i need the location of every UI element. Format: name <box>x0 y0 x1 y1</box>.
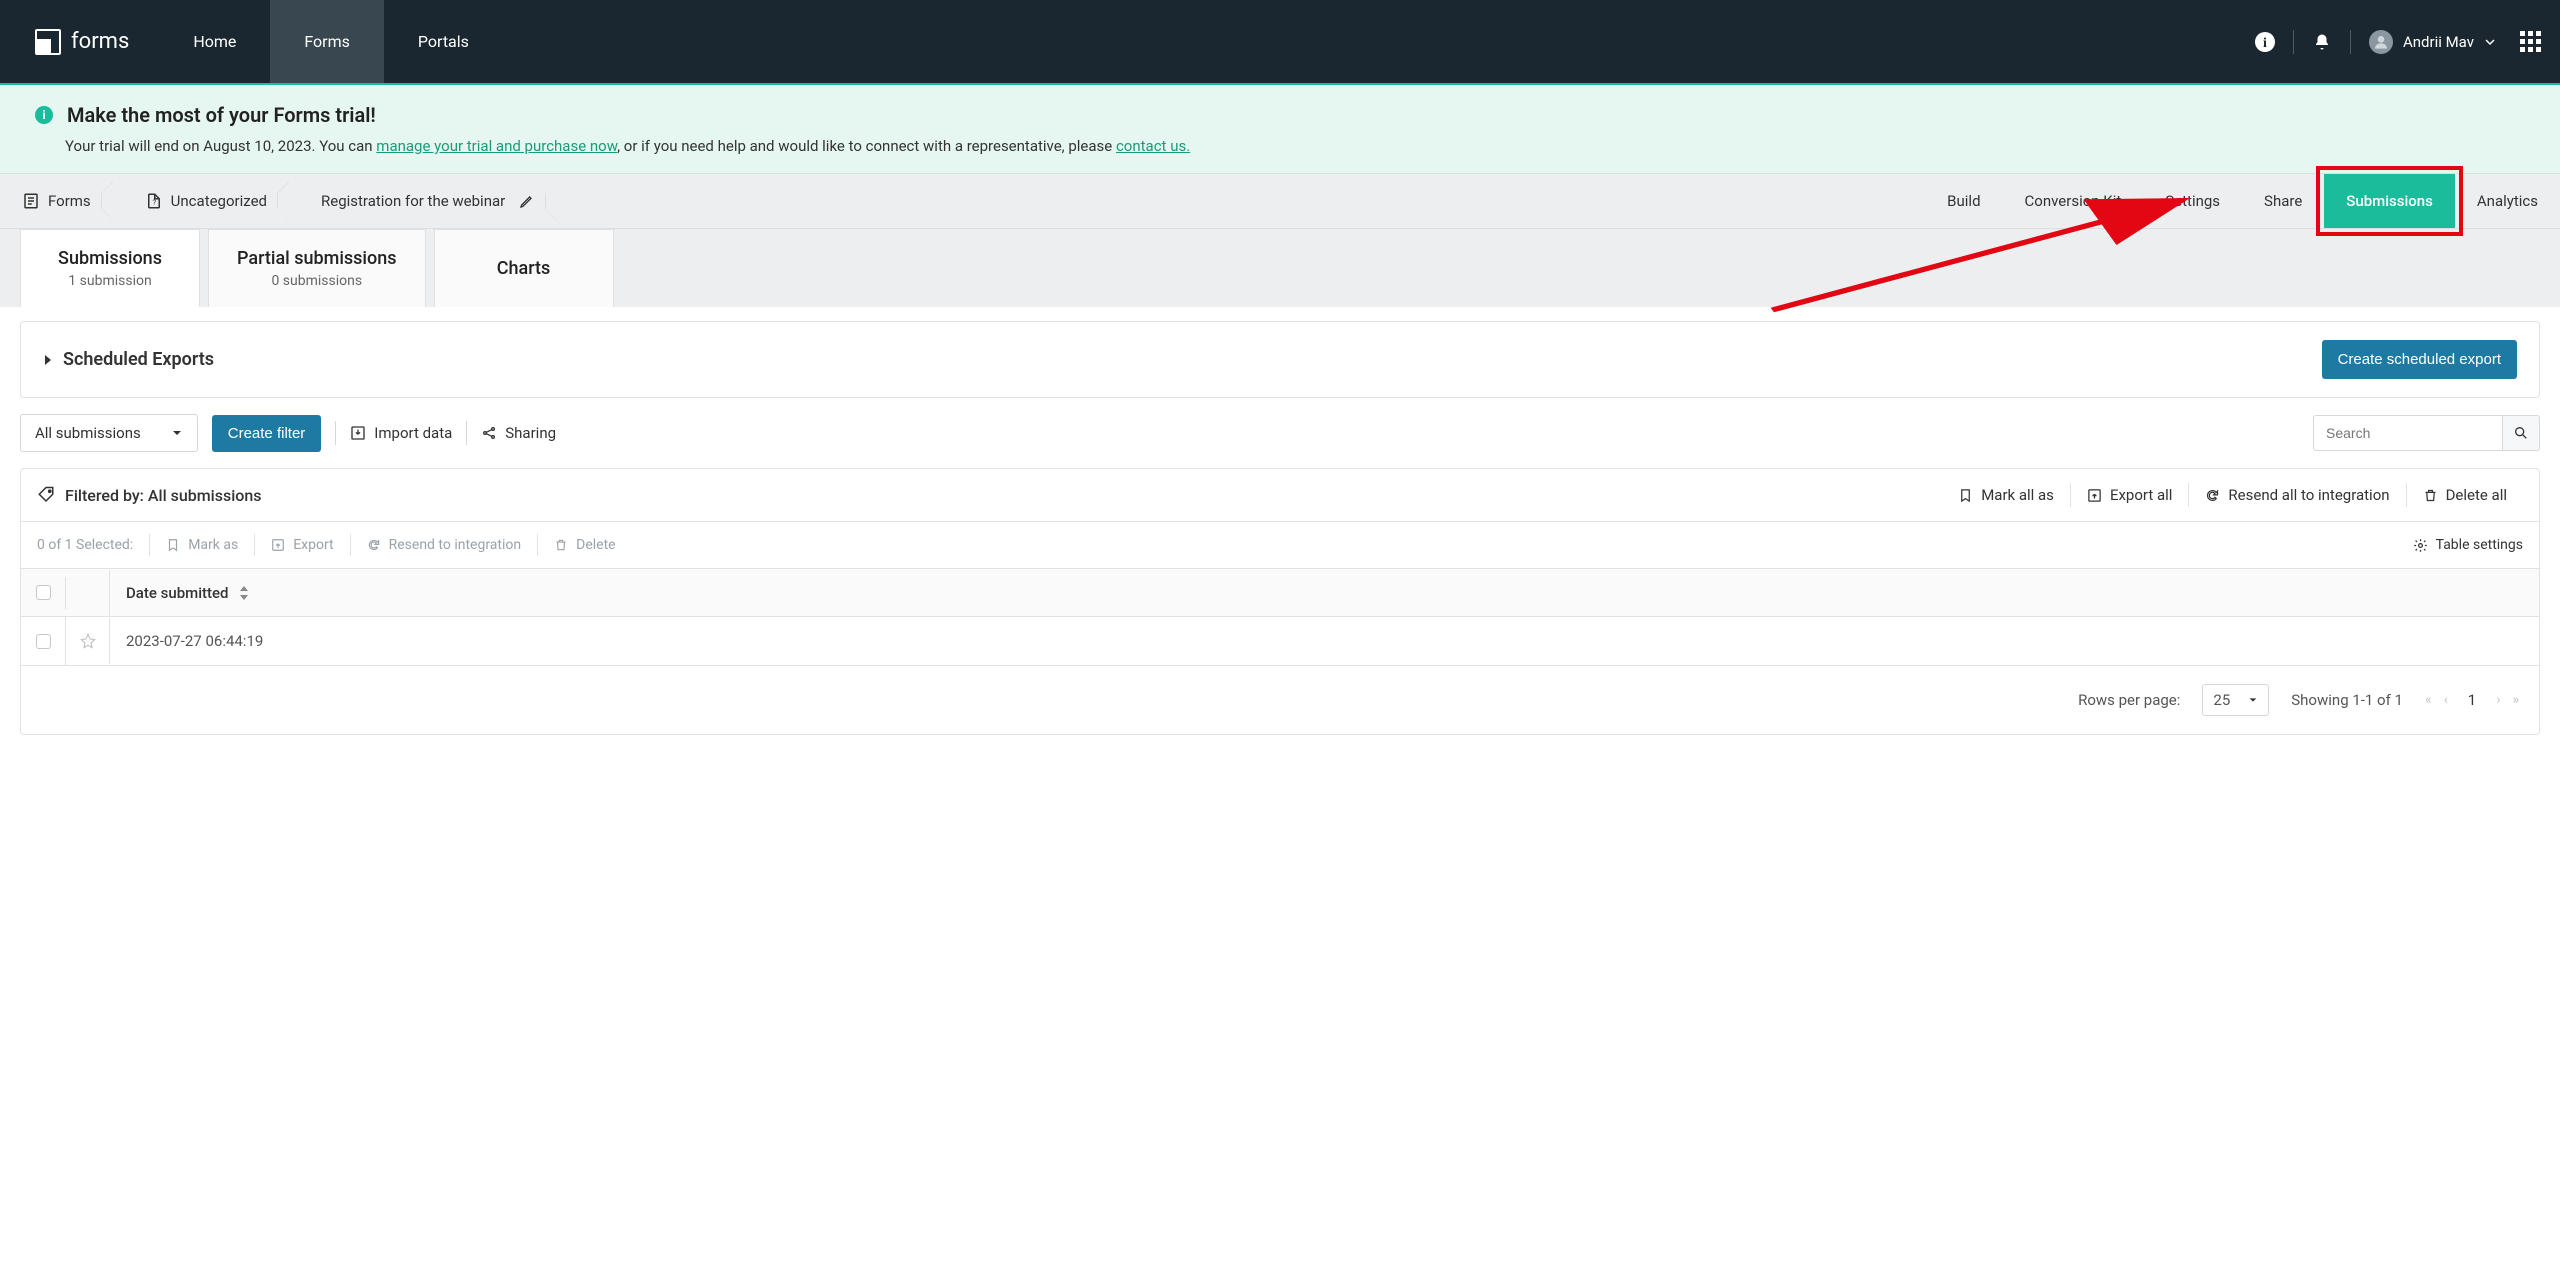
refresh-icon <box>2205 488 2220 503</box>
folder-icon: ? <box>145 192 163 210</box>
page-prev[interactable]: ‹ <box>2444 692 2448 708</box>
banner-info-icon: i <box>35 106 53 124</box>
caret-down-icon <box>171 427 183 439</box>
scheduled-exports-panel: Scheduled Exports Create scheduled expor… <box>20 321 2540 398</box>
col-date-submitted[interactable]: Date submitted <box>109 570 2539 616</box>
rows-per-page-select[interactable]: 25 <box>2202 684 2269 716</box>
info-icon[interactable]: i <box>2255 32 2275 52</box>
data-table: Filtered by: All submissions Mark all as… <box>20 468 2540 735</box>
gear-icon <box>2413 538 2428 553</box>
star-button[interactable] <box>65 617 109 665</box>
delete-button[interactable]: Delete <box>537 534 631 556</box>
refresh-icon <box>367 538 381 552</box>
forms-icon <box>22 192 40 210</box>
user-name: Andrii Mav <box>2403 33 2474 51</box>
sort-icon <box>239 586 249 600</box>
svg-text:?: ? <box>152 198 156 207</box>
column-header: Date submitted <box>21 569 2539 617</box>
svg-text:i: i <box>2263 36 2267 51</box>
page-next[interactable]: › <box>2496 692 2500 708</box>
star-icon <box>80 633 96 649</box>
formnav-share[interactable]: Share <box>2242 174 2324 228</box>
export-icon <box>271 538 285 552</box>
create-filter-button[interactable]: Create filter <box>212 415 322 452</box>
subtab-partial[interactable]: Partial submissions 0 submissions <box>208 229 426 307</box>
bell-icon[interactable] <box>2312 32 2332 52</box>
page-last[interactable]: » <box>2512 692 2519 708</box>
trash-icon <box>2423 488 2438 503</box>
resend-all-button[interactable]: Resend all to integration <box>2188 483 2405 507</box>
brand[interactable]: forms <box>0 29 159 55</box>
contact-us-link[interactable]: contact us. <box>1116 137 1190 155</box>
share-icon <box>481 425 497 441</box>
trash-icon <box>554 538 568 552</box>
export-icon <box>2087 488 2102 503</box>
apps-icon[interactable] <box>2520 32 2540 52</box>
search-button[interactable] <box>2503 415 2540 451</box>
avatar <box>2369 30 2393 54</box>
brand-text: forms <box>71 29 129 54</box>
pagination: Rows per page: 25 Showing 1-1 of 1 « ‹ 1… <box>21 666 2539 734</box>
user-menu[interactable]: Andrii Mav <box>2369 30 2496 54</box>
filter-select[interactable]: All submissions <box>20 414 198 452</box>
selection-count: 0 of 1 Selected: <box>37 537 133 553</box>
crumb-forms[interactable]: Forms <box>0 174 113 228</box>
bookmark-icon <box>1958 488 1973 503</box>
nav-tabs: Home Forms Portals <box>159 0 503 83</box>
create-scheduled-export-button[interactable]: Create scheduled export <box>2322 340 2517 379</box>
caret-down-icon <box>2248 695 2258 705</box>
subtab-submissions[interactable]: Submissions 1 submission <box>20 229 200 307</box>
crumb-folder[interactable]: ? Uncategorized <box>113 174 289 228</box>
row-checkbox[interactable] <box>36 634 51 649</box>
pencil-icon[interactable] <box>519 193 535 209</box>
chevron-down-icon <box>2484 36 2496 48</box>
search-icon <box>2513 425 2529 441</box>
manage-trial-link[interactable]: manage your trial and purchase now <box>376 137 617 155</box>
top-navigation: forms Home Forms Portals i Andrii Mav <box>0 0 2560 83</box>
page-first[interactable]: « <box>2425 692 2432 708</box>
resend-button[interactable]: Resend to integration <box>350 534 538 556</box>
subtabs-area: Submissions 1 submission Partial submiss… <box>0 229 2560 307</box>
tag-icon <box>37 486 55 504</box>
crumb-form[interactable]: Registration for the webinar <box>289 174 557 228</box>
nav-home[interactable]: Home <box>159 0 270 83</box>
filter-label: Filtered by: All submissions <box>37 486 262 505</box>
formnav-analytics[interactable]: Analytics <box>2455 174 2560 228</box>
select-all-checkbox[interactable] <box>36 585 51 600</box>
nav-portals[interactable]: Portals <box>384 0 503 83</box>
toolbar: All submissions Create filter Import dat… <box>20 414 2540 452</box>
formnav-conversion[interactable]: Conversion Kit <box>2003 174 2144 228</box>
export-button[interactable]: Export <box>254 534 349 556</box>
brand-icon <box>35 29 61 55</box>
import-data-button[interactable]: Import data <box>350 424 452 442</box>
search-input[interactable] <box>2313 415 2503 451</box>
formnav-build[interactable]: Build <box>1925 174 2002 228</box>
breadcrumb-bar: Forms ? Uncategorized Registration for t… <box>0 174 2560 229</box>
export-all-button[interactable]: Export all <box>2070 483 2188 507</box>
scheduled-exports-toggle[interactable]: Scheduled Exports <box>43 349 214 370</box>
trial-banner: i Make the most of your Forms trial! You… <box>0 85 2560 174</box>
subtab-charts[interactable]: Charts <box>434 229 614 307</box>
sharing-button[interactable]: Sharing <box>481 424 556 442</box>
nav-forms[interactable]: Forms <box>270 0 384 83</box>
banner-text: Your trial will end on August 10, 2023. … <box>65 137 2525 155</box>
table-settings-button[interactable]: Table settings <box>2413 537 2523 553</box>
table-row[interactable]: 2023-07-27 06:44:19 <box>21 617 2539 666</box>
formnav-submissions[interactable]: Submissions <box>2324 174 2455 228</box>
caret-right-icon <box>43 354 53 366</box>
bookmark-icon <box>166 538 180 552</box>
mark-as-button[interactable]: Mark as <box>149 534 254 556</box>
import-icon <box>350 425 366 441</box>
banner-title: Make the most of your Forms trial! <box>67 103 376 127</box>
formnav-settings[interactable]: Settings <box>2143 174 2242 228</box>
mark-all-button[interactable]: Mark all as <box>1942 483 2070 507</box>
delete-all-button[interactable]: Delete all <box>2406 483 2523 507</box>
